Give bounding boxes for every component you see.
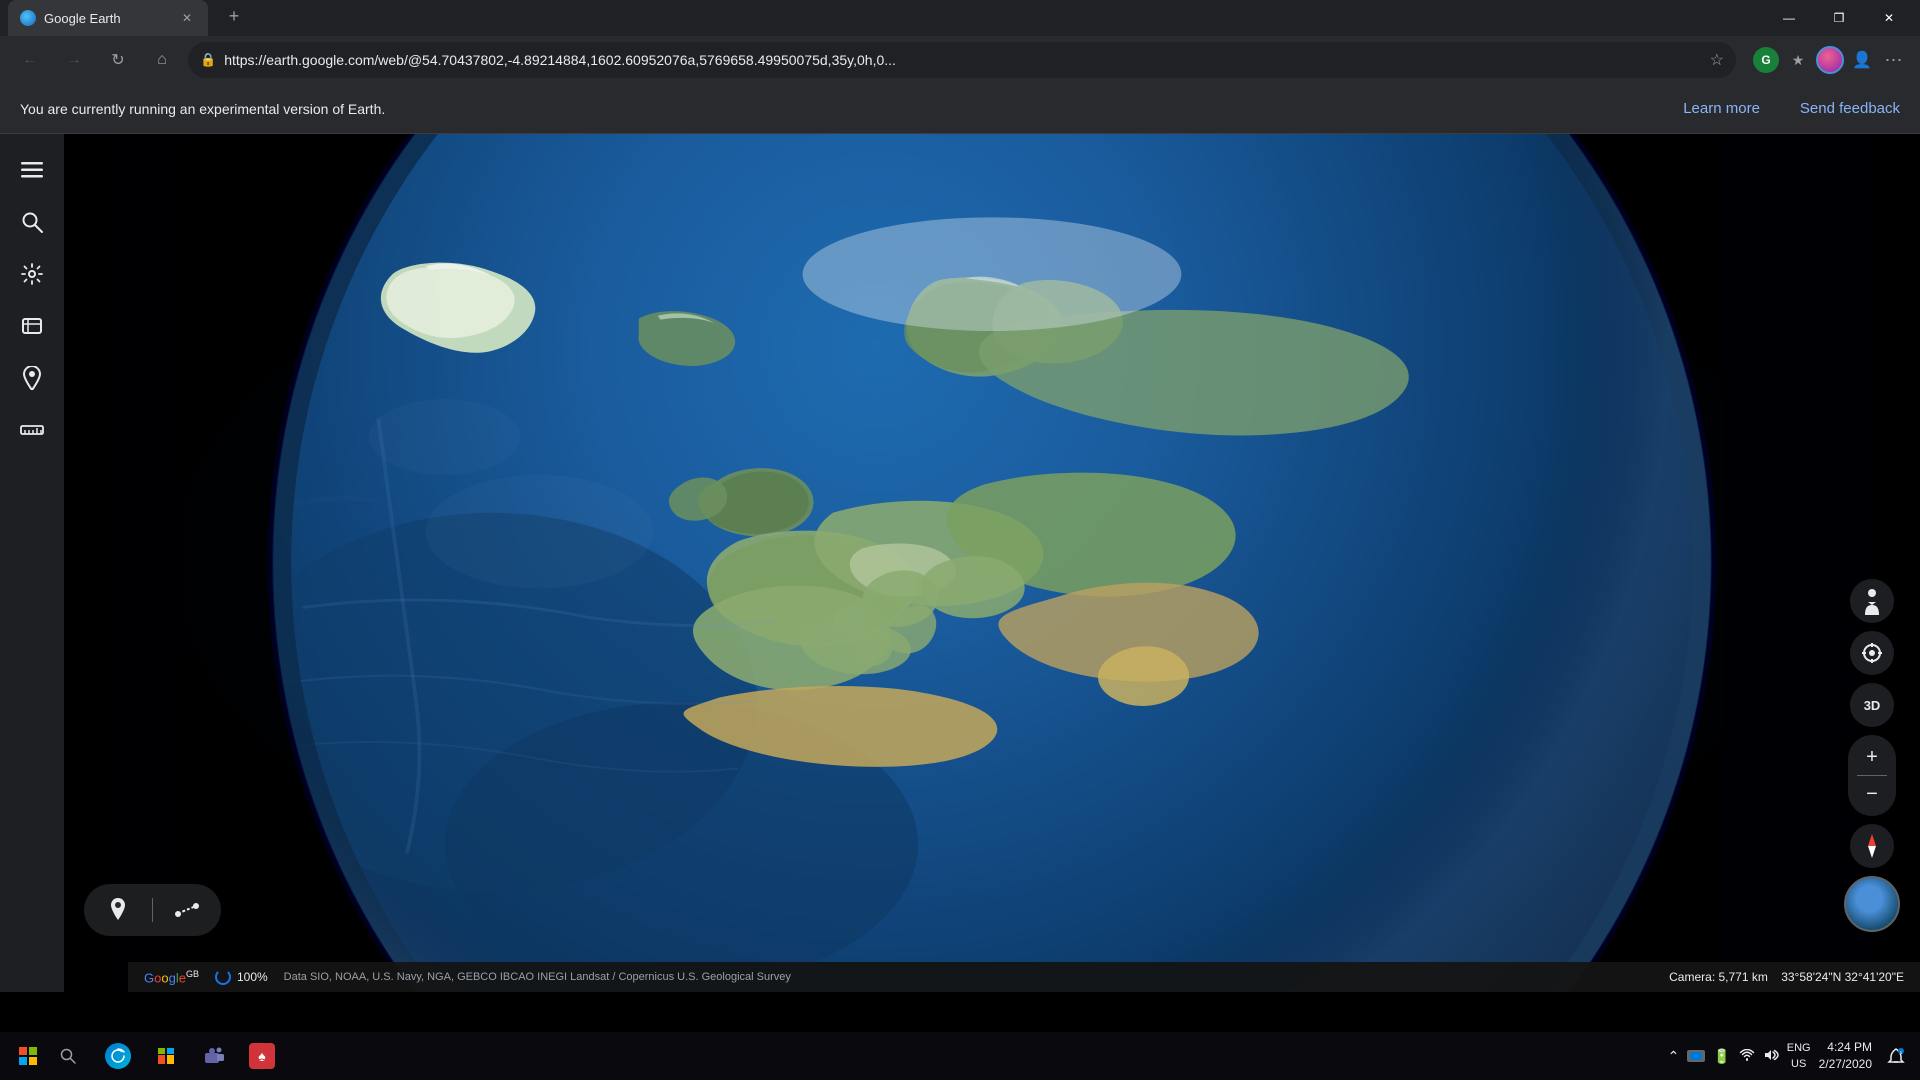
address-bar[interactable]: 🔒 https://earth.google.com/web/@54.70437… xyxy=(188,42,1736,78)
sidebar-settings-button[interactable] xyxy=(8,250,56,298)
reload-button[interactable]: ↻ xyxy=(100,42,136,78)
browser-tab[interactable]: Google Earth ✕ xyxy=(8,0,208,36)
tab-title: Google Earth xyxy=(44,11,170,26)
tray-up-arrow[interactable]: ⌃ xyxy=(1668,1048,1680,1065)
minimize-button[interactable]: — xyxy=(1766,2,1812,34)
send-feedback-link[interactable]: Send feedback xyxy=(1800,100,1900,117)
nav-bar: ← → ↻ ⌂ 🔒 https://earth.google.com/web/@… xyxy=(0,36,1920,84)
clock-date: 2/27/2020 xyxy=(1819,1056,1872,1073)
system-tray: ⌃ 🔋 xyxy=(1668,1048,1779,1065)
map-area[interactable]: 3D + − GoogleGB 100% Data xyxy=(64,134,1920,992)
home-button[interactable]: ⌂ xyxy=(144,42,180,78)
clock-area[interactable]: 4:24 PM 2/27/2020 xyxy=(1819,1039,1872,1073)
start-button[interactable] xyxy=(8,1036,48,1076)
attribution-text: Data SIO, NOAA, U.S. Navy, NGA, GEBCO IB… xyxy=(284,971,791,983)
taskbar-search-button[interactable] xyxy=(48,1036,88,1076)
taskbar-solitaire[interactable]: ♠ xyxy=(240,1034,284,1078)
compass-button[interactable] xyxy=(1850,824,1894,868)
taskbar-right: ⌃ 🔋 ENG xyxy=(1668,1039,1912,1073)
notification-center-button[interactable]: 1 xyxy=(1880,1040,1912,1072)
main-content: 3D + − GoogleGB 100% Data xyxy=(0,134,1920,992)
taskbar-teams[interactable] xyxy=(192,1034,236,1078)
logo-superscript: GB xyxy=(186,969,199,979)
profile-avatar[interactable] xyxy=(1816,46,1844,74)
camera-info: Camera: 5,771 km 33°58'24"N 32°41'20"E xyxy=(1669,970,1904,984)
ext-green-icon: G xyxy=(1753,47,1779,73)
tray-network-icon[interactable] xyxy=(1687,1050,1705,1062)
taskbar-items: ♠ xyxy=(96,1034,284,1078)
forward-button[interactable]: → xyxy=(56,42,92,78)
zoom-out-button[interactable]: − xyxy=(1852,776,1892,812)
add-path-button[interactable] xyxy=(169,892,205,928)
tray-volume[interactable] xyxy=(1763,1048,1779,1065)
bookmark-icon[interactable]: ☆ xyxy=(1710,50,1724,70)
profile-button[interactable]: 👤 xyxy=(1848,46,1876,74)
keyboard-lang: ENG xyxy=(1787,1040,1811,1057)
3d-view-button[interactable]: 3D xyxy=(1850,683,1894,727)
sidebar-location-button[interactable] xyxy=(8,354,56,402)
needle-south xyxy=(1868,846,1876,858)
back-button[interactable]: ← xyxy=(12,42,48,78)
sidebar-ruler-button[interactable] xyxy=(8,406,56,454)
extension-green[interactable]: G xyxy=(1752,46,1780,74)
sidebar-layers-button[interactable] xyxy=(8,302,56,350)
bottom-toolbar xyxy=(84,884,221,936)
keyboard-layout[interactable]: ENG US xyxy=(1787,1040,1811,1073)
tray-battery[interactable]: 🔋 xyxy=(1713,1048,1730,1065)
camera-coords: 33°58'24"N 32°41'20"E xyxy=(1781,970,1904,984)
extension-icons: G ★ 👤 ⋯ xyxy=(1752,46,1908,74)
zoom-controls: + − xyxy=(1848,735,1896,816)
taskbar-store[interactable] xyxy=(144,1034,188,1078)
add-pin-button[interactable] xyxy=(100,892,136,928)
notification-bar: You are currently running an experimenta… xyxy=(0,84,1920,134)
window-controls: — ❒ ✕ xyxy=(1766,2,1912,34)
location-target-button[interactable] xyxy=(1850,631,1894,675)
loading-percent: 100% xyxy=(237,970,268,984)
maximize-button[interactable]: ❒ xyxy=(1816,2,1862,34)
sidebar-search-button[interactable] xyxy=(8,198,56,246)
street-view-button[interactable] xyxy=(1850,579,1894,623)
loading-indicator: 100% xyxy=(215,969,268,985)
security-icon: 🔒 xyxy=(200,52,216,68)
extension-star[interactable]: ★ xyxy=(1784,46,1812,74)
new-tab-button[interactable]: + xyxy=(220,2,248,30)
taskbar-edge[interactable] xyxy=(96,1034,140,1078)
close-button[interactable]: ✕ xyxy=(1866,2,1912,34)
tray-wifi[interactable] xyxy=(1739,1048,1755,1064)
taskbar: ♠ ⌃ 🔋 xyxy=(0,1032,1920,1080)
title-bar: Google Earth ✕ + — ❒ ✕ xyxy=(0,0,1920,36)
keyboard-region: US xyxy=(1787,1056,1811,1073)
zoom-in-button[interactable]: + xyxy=(1852,739,1892,775)
notification-text: You are currently running an experimenta… xyxy=(20,101,1683,117)
status-bar: GoogleGB 100% Data SIO, NOAA, U.S. Navy,… xyxy=(128,962,1920,992)
compass-needle xyxy=(1868,834,1876,858)
camera-distance: Camera: 5,771 km xyxy=(1669,970,1768,984)
needle-north xyxy=(1868,834,1876,846)
learn-more-link[interactable]: Learn more xyxy=(1683,100,1760,117)
clock-time: 4:24 PM xyxy=(1819,1039,1872,1056)
tab-favicon xyxy=(20,10,36,26)
sidebar-menu-button[interactable] xyxy=(8,146,56,194)
tab-close-button[interactable]: ✕ xyxy=(178,9,196,27)
right-controls: 3D + − xyxy=(1844,579,1900,932)
loading-circle xyxy=(215,969,231,985)
globe-svg xyxy=(64,134,1920,992)
globe-container xyxy=(64,134,1920,992)
url-text: https://earth.google.com/web/@54.7043780… xyxy=(224,52,1701,68)
toolbar-divider xyxy=(152,898,153,922)
more-menu-button[interactable]: ⋯ xyxy=(1880,46,1908,74)
mini-globe-button[interactable] xyxy=(1844,876,1900,932)
google-logo: GoogleGB xyxy=(144,969,199,985)
sidebar xyxy=(0,134,64,992)
